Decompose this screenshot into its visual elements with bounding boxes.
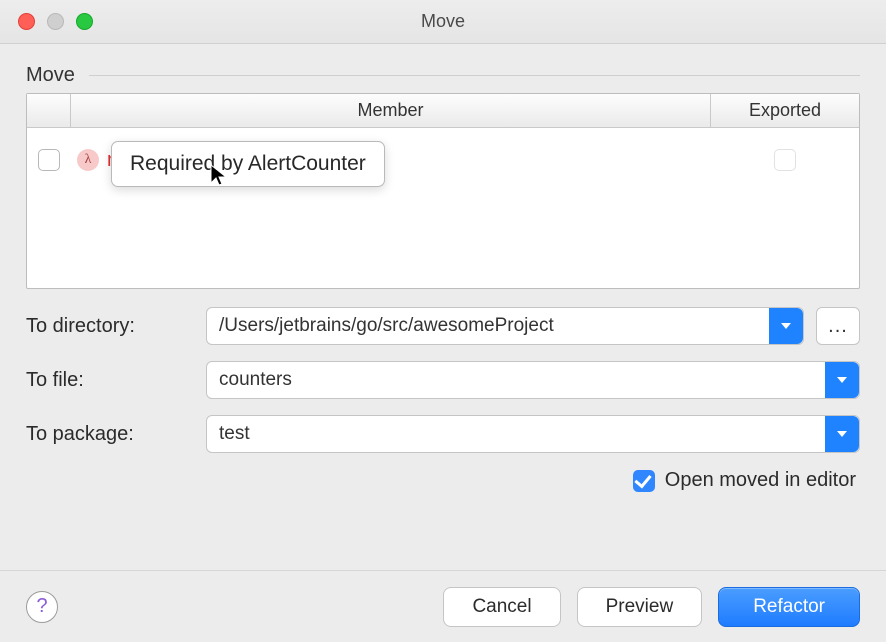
cancel-button[interactable]: Cancel: [443, 587, 560, 627]
divider: [89, 75, 860, 76]
refactor-button[interactable]: Refactor: [718, 587, 860, 627]
members-table: Member Exported Required by AlertCounter…: [26, 93, 860, 289]
dialog-footer: ? Cancel Preview Refactor: [0, 570, 886, 642]
column-member: Member: [71, 94, 711, 127]
preview-button[interactable]: Preview: [577, 587, 703, 627]
to-file-combo[interactable]: counters: [206, 361, 860, 399]
table-header: Member Exported: [27, 94, 859, 128]
to-file-label: To file:: [26, 369, 206, 392]
browse-directory-button[interactable]: ...: [816, 307, 860, 345]
chevron-down-icon[interactable]: [825, 416, 859, 452]
to-package-label: To package:: [26, 423, 206, 446]
to-directory-combo[interactable]: /Users/jetbrains/go/src/awesomeProject: [206, 307, 804, 345]
to-directory-label: To directory:: [26, 315, 206, 338]
chevron-down-icon[interactable]: [769, 308, 803, 344]
to-directory-value: /Users/jetbrains/go/src/awesomeProject: [219, 315, 554, 337]
column-exported: Exported: [711, 94, 859, 127]
to-package-combo[interactable]: test: [206, 415, 860, 453]
table-row[interactable]: Required by AlertCounter λ main: [27, 138, 859, 182]
open-in-editor-label: Open moved in editor: [665, 469, 856, 492]
section-title: Move: [26, 64, 75, 87]
tooltip: Required by AlertCounter: [111, 141, 385, 187]
section-header: Move: [26, 64, 860, 87]
open-in-editor-checkbox[interactable]: [633, 470, 655, 492]
to-file-value: counters: [219, 369, 292, 391]
row-select-checkbox[interactable]: [38, 149, 60, 171]
row-exported-checkbox[interactable]: [774, 149, 796, 171]
lambda-icon: λ: [77, 149, 99, 171]
chevron-down-icon[interactable]: [825, 362, 859, 398]
titlebar: Move: [0, 0, 886, 44]
column-select: [27, 94, 71, 127]
window-title: Move: [0, 11, 886, 32]
mouse-cursor-icon: [209, 163, 229, 189]
to-package-value: test: [219, 423, 250, 445]
help-button[interactable]: ?: [26, 591, 58, 623]
form: To directory: /Users/jetbrains/go/src/aw…: [26, 307, 860, 492]
